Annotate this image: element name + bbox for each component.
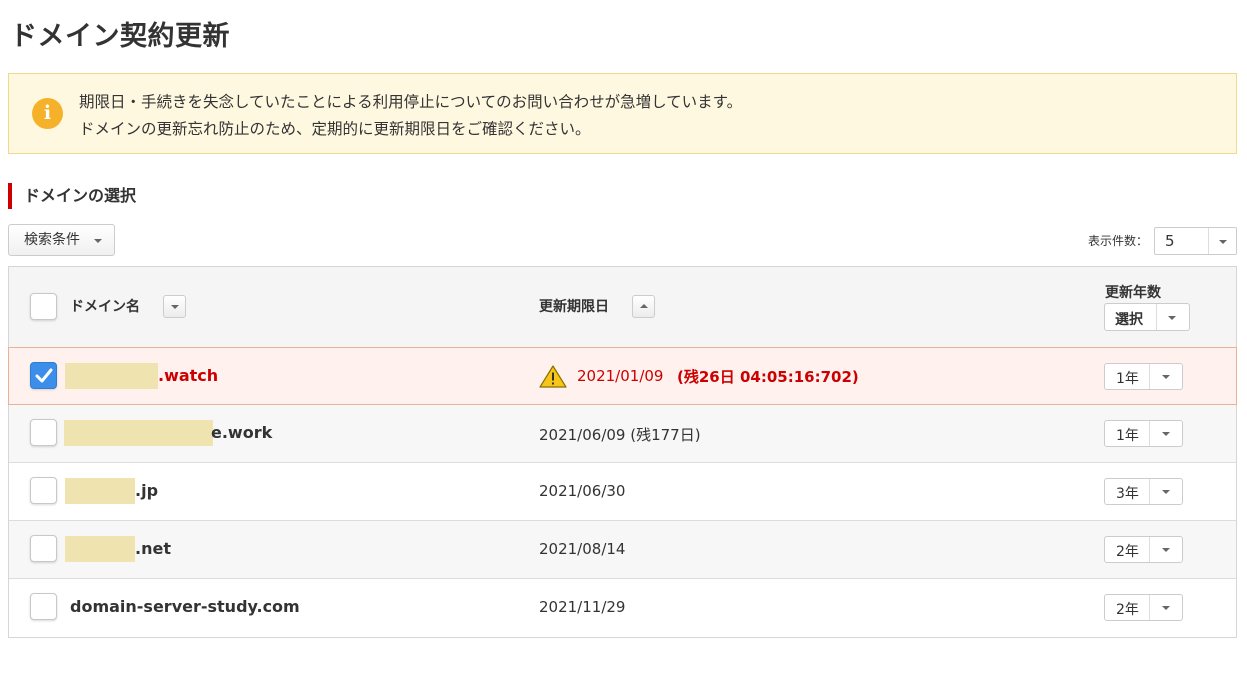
sort-date-button[interactable] <box>632 295 655 318</box>
renewal-years-select[interactable]: 3年 <box>1104 478 1183 505</box>
row-checkbox[interactable] <box>30 593 57 620</box>
years-select-all-label: 選択 <box>1115 312 1143 328</box>
notice-line-2: ドメインの更新忘れ防止のため、定期的に更新期限日をご確認ください。 <box>79 120 591 138</box>
redacted-domain-mask <box>65 363 158 389</box>
select-all-checkbox[interactable] <box>30 293 57 320</box>
renewal-years-select[interactable]: 2年 <box>1104 594 1183 621</box>
caret-down-icon <box>1219 240 1227 244</box>
expiry-date: 2021/06/30 <box>539 482 626 500</box>
caret-down-icon <box>1162 490 1170 494</box>
redacted-domain-mask <box>65 478 135 504</box>
section-title: ドメインの選択 <box>8 183 136 209</box>
renewal-years-select[interactable]: 1年 <box>1104 363 1183 390</box>
page-title: ドメイン契約更新 <box>10 21 230 52</box>
renewal-years-select[interactable]: 2年 <box>1104 536 1183 563</box>
search-conditions-label: 検索条件 <box>24 232 80 248</box>
remaining-time: (残26日 04:05:16:702) <box>677 368 859 386</box>
expiry-date: 2021/01/09 <box>577 367 664 385</box>
search-conditions-button[interactable]: 検索条件 <box>8 224 115 256</box>
table-row[interactable]: .watch 2021/01/09 (残26日 04:05:16:702) 1年 <box>8 347 1237 405</box>
renewal-years-value: 1年 <box>1116 428 1139 444</box>
table-row[interactable]: .jp 2021/06/30 3年 <box>9 463 1236 521</box>
check-icon <box>35 368 53 383</box>
domain-table: ドメイン名 更新期限日 更新年数 選択 .watch 2021/01/09 (残… <box>8 266 1237 638</box>
caret-down-icon <box>1162 432 1170 436</box>
renewal-years-value: 1年 <box>1116 371 1139 387</box>
caret-down-icon <box>1162 606 1170 610</box>
column-header-years: 更新年数 <box>1105 285 1161 301</box>
per-page-label: 表示件数： <box>1088 234 1149 248</box>
row-checkbox[interactable] <box>30 535 57 562</box>
table-header: ドメイン名 更新期限日 更新年数 選択 <box>9 267 1236 348</box>
table-row[interactable]: e.work 2021/06/09 (残177日) 1年 <box>9 405 1236 463</box>
row-checkbox[interactable] <box>30 477 57 504</box>
domain-name: e.work <box>211 423 273 442</box>
renewal-years-value: 3年 <box>1116 486 1139 502</box>
per-page-select[interactable]: 5 <box>1154 227 1237 255</box>
domain-name: .watch <box>158 366 219 385</box>
renewal-years-value: 2年 <box>1116 602 1139 618</box>
domain-name: .net <box>135 539 171 558</box>
row-checkbox[interactable] <box>30 362 57 389</box>
warning-icon <box>539 365 567 388</box>
sort-domain-button[interactable] <box>163 295 186 318</box>
sort-down-icon <box>171 305 179 309</box>
redacted-domain-mask <box>65 536 135 562</box>
renewal-years-value: 2年 <box>1116 544 1139 560</box>
per-page-value: 5 <box>1165 232 1175 250</box>
row-checkbox[interactable] <box>30 419 57 446</box>
caret-down-icon <box>94 239 102 243</box>
redacted-domain-mask <box>64 420 213 446</box>
renewal-years-select[interactable]: 1年 <box>1104 420 1183 447</box>
table-row[interactable]: domain-server-study.com 2021/11/29 2年 <box>9 579 1236 637</box>
column-header-date: 更新期限日 <box>539 299 609 315</box>
info-icon: i <box>32 98 63 129</box>
domain-name: domain-server-study.com <box>70 597 300 616</box>
caret-down-icon <box>1162 375 1170 379</box>
sort-up-icon <box>640 304 648 308</box>
table-row[interactable]: .net 2021/08/14 2年 <box>9 521 1236 579</box>
caret-down-icon <box>1168 316 1176 320</box>
expiry-date: 2021/11/29 <box>539 598 626 616</box>
expiry-date: 2021/06/09 (残177日) <box>539 426 701 444</box>
caret-down-icon <box>1162 548 1170 552</box>
years-select-all[interactable]: 選択 <box>1104 303 1190 331</box>
column-header-domain: ドメイン名 <box>70 299 140 315</box>
expiry-date: 2021/08/14 <box>539 540 626 558</box>
domain-name: .jp <box>135 481 159 500</box>
notice-line-1: 期限日・手続きを失念していたことによる利用停止についてのお問い合わせが急増してい… <box>79 93 743 111</box>
notice-banner: i 期限日・手続きを失念していたことによる利用停止についてのお問い合わせが急増し… <box>8 73 1237 154</box>
